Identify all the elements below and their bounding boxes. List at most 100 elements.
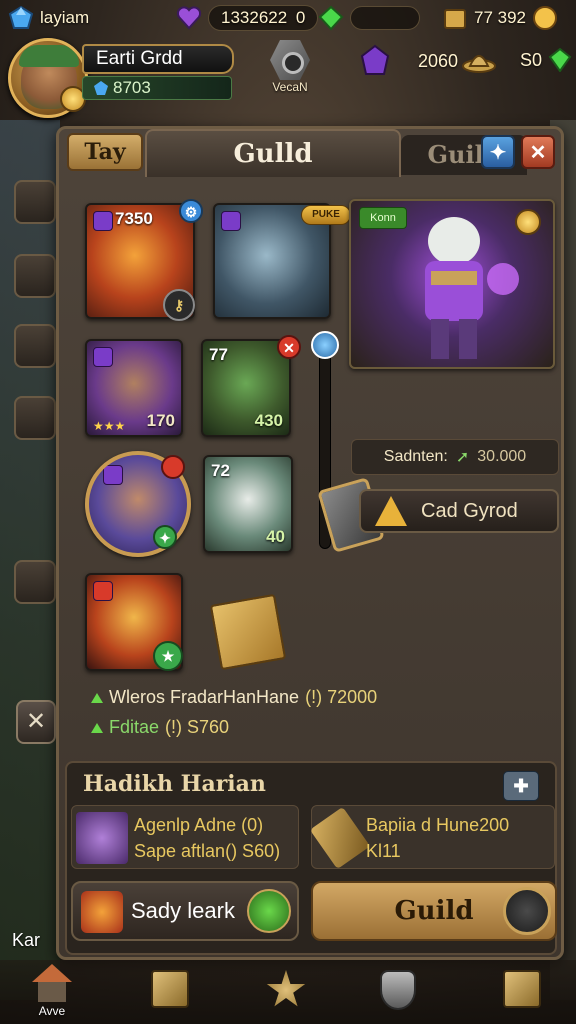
premium-amount: 1332622	[221, 8, 288, 27]
alert-icon[interactable]	[161, 455, 185, 479]
bottom-navigation: Avve	[0, 960, 576, 1024]
green-gem-resource[interactable]	[318, 4, 420, 32]
card-tag-icon	[93, 211, 113, 231]
blue-gem-icon	[8, 5, 34, 29]
close-button[interactable]: ✕	[521, 135, 555, 169]
info-line-2-value: (!) S760	[165, 717, 230, 737]
info-icon[interactable]: ⚙	[179, 199, 203, 223]
harian-section: Hadikh Harian ✚ Agenlp Adne (0) Sape aft…	[65, 761, 557, 955]
tab-gulld-active[interactable]: Gulld	[145, 129, 401, 177]
hero-tag: Konn	[359, 207, 407, 229]
compass-button[interactable]: ✦	[481, 135, 515, 169]
player-tag-text: layiam	[40, 8, 90, 27]
stat-value: 30.000	[477, 448, 527, 465]
wizard-portrait-icon	[76, 812, 128, 864]
side-scroll-button[interactable]	[14, 254, 56, 298]
nav-battle[interactable]	[258, 964, 314, 1020]
side-crystal-button[interactable]	[14, 180, 56, 224]
boost-icon[interactable]: ✦	[153, 525, 177, 549]
player-tag-resource[interactable]: layiam	[8, 4, 89, 32]
card-white-beast[interactable]: 72 40	[203, 455, 293, 553]
info-line-2-label: Fditae	[109, 717, 160, 737]
upgrade-icon[interactable]: ★	[153, 641, 183, 671]
gold-crate-item[interactable]	[209, 593, 287, 671]
side-close-button[interactable]: ✕	[16, 700, 56, 744]
shard-resource[interactable]: 2060	[358, 44, 458, 78]
gold-star-emblem-icon	[503, 887, 551, 935]
scroll-knob[interactable]	[311, 331, 339, 359]
player-name: Earti Grdd	[96, 48, 183, 69]
card6-tag-icon	[103, 465, 123, 485]
sady-leark-label: Sady leark	[131, 898, 235, 923]
player-power-plate: 8703	[82, 76, 232, 100]
expand-button[interactable]: ✚	[503, 771, 539, 801]
gold-amount: 77 392	[474, 8, 526, 27]
guild-button[interactable]: Guild	[311, 881, 557, 941]
card7-value: 40	[266, 527, 285, 546]
vecan-label: VecaN	[272, 80, 308, 94]
chest-icon	[503, 970, 541, 1008]
nav-chest[interactable]	[494, 964, 550, 1020]
remove-icon[interactable]: ✕	[277, 335, 301, 359]
card4-stars: ★★★	[93, 419, 126, 433]
gold-coin-icon	[533, 6, 557, 30]
premium-secondary: 0	[295, 8, 306, 27]
vecan-shortcut[interactable]: VecaN	[262, 40, 318, 98]
side-caption: Kar	[12, 930, 41, 950]
green-arrow-icon	[91, 692, 103, 703]
info-line-1-label: Wleros FradarHanHane	[109, 687, 300, 707]
purple-heart-icon	[176, 6, 202, 30]
premium-currency[interactable]: 1332622 0	[176, 4, 319, 32]
side-heart-button[interactable]	[14, 324, 56, 368]
card4-value: 170	[146, 411, 175, 430]
nav-crate[interactable]	[142, 964, 198, 1020]
nav-shield[interactable]	[370, 964, 426, 1020]
card-green-totem[interactable]: 77 430	[201, 339, 291, 437]
purple-crystal-icon	[360, 44, 390, 75]
reward-card-weapon[interactable]: Bapiia d Hune200 Kl11	[309, 805, 555, 870]
straw-hat-icon	[462, 55, 496, 73]
shield-icon	[380, 970, 416, 1010]
side-rune-button[interactable]	[14, 396, 56, 440]
stat-arrow-icon: ➚	[455, 449, 470, 466]
nav-home-label: Avve	[38, 1004, 66, 1018]
green-gem-small-icon	[548, 48, 572, 72]
card-purple-mage[interactable]: ★★★ 170	[85, 339, 183, 437]
hero-coin-icon	[515, 209, 541, 235]
card5-value: 430	[254, 411, 283, 430]
guild-panel: Tay Gulld Guild ✦ ✕ 7350 ⚙ ⚷ PUKE Konn ★…	[56, 126, 564, 960]
sady-leark-button[interactable]: Sady leark	[71, 881, 299, 941]
card2-badge: PUKE	[301, 205, 351, 225]
token-amount: S0	[520, 49, 543, 70]
premium-currency-value: 1332622 0	[208, 5, 319, 31]
hero-stat-row: Sadnten: ➚ 30.000	[351, 439, 559, 475]
key-icon[interactable]: ⚷	[163, 289, 195, 321]
player-name-plate[interactable]: Earti Grdd	[82, 44, 234, 74]
reward-card-agent-text: Agenlp Adne (0) Sape aftlan() S60)	[134, 812, 280, 864]
gold-resource[interactable]: 77 392	[442, 4, 558, 32]
compass-icon: ✦	[489, 142, 507, 164]
player-power: 8703	[113, 78, 151, 97]
reward1-line2: Sape aftlan() S60)	[134, 841, 281, 861]
reward2-line1: Bapiia d Hune200	[366, 815, 510, 835]
nav-home[interactable]: Avve	[24, 964, 80, 1020]
shard-amount: 2060	[418, 50, 459, 71]
crate-icon	[151, 970, 189, 1008]
card4-tag-icon	[93, 347, 113, 367]
pyramid-icon	[375, 496, 407, 526]
reward-card-agent[interactable]: Agenlp Adne (0) Sape aftlan() S60)	[71, 805, 299, 869]
side-arrow-button[interactable]	[14, 560, 56, 604]
top-resource-bar: layiam 1332622 0 77 392	[0, 0, 576, 36]
green-arrow-icon	[91, 722, 103, 733]
card7-level: 72	[211, 461, 230, 480]
reward1-line1: Agenlp Adne (0)	[134, 815, 264, 835]
green-gem-icon	[318, 5, 344, 31]
card1-level: 7350	[115, 209, 153, 228]
card8-tag-icon	[93, 581, 113, 601]
tab-tay[interactable]: Tay	[67, 133, 143, 171]
cad-gyrod-button[interactable]: Cad Gyrod	[359, 489, 559, 533]
house-icon	[32, 964, 72, 1004]
token-resource[interactable]: S0	[462, 44, 572, 76]
panel-tabs: Tay Gulld Guild ✦ ✕	[59, 129, 561, 177]
spiked-star-icon	[266, 970, 306, 1007]
